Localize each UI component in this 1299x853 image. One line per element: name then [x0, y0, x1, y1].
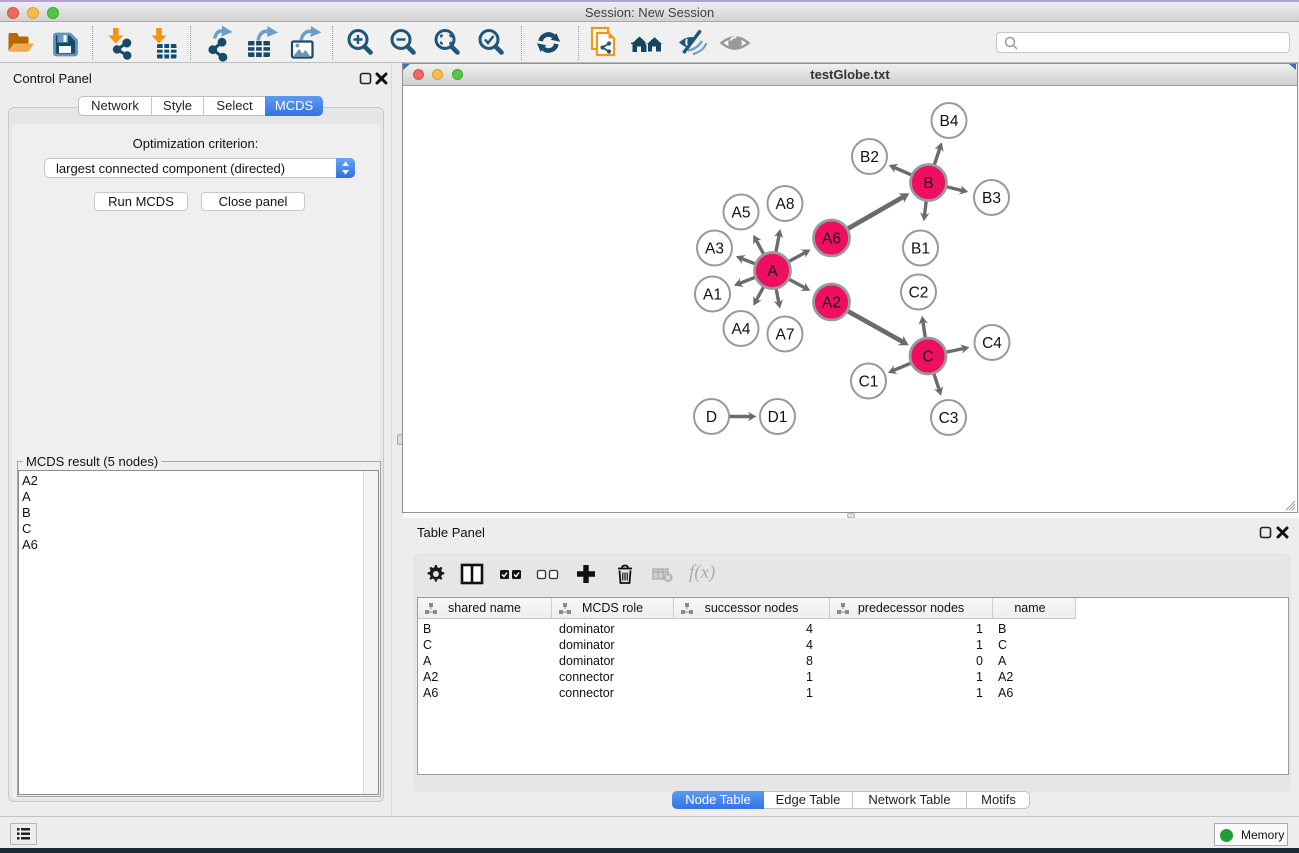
svg-text:B: B: [923, 175, 933, 192]
svg-text:C: C: [922, 349, 933, 366]
svg-text:B4: B4: [940, 113, 959, 130]
svg-text:D1: D1: [768, 409, 788, 426]
svg-text:A7: A7: [776, 327, 795, 344]
svg-text:A4: A4: [732, 321, 751, 338]
svg-text:A2: A2: [822, 295, 841, 312]
svg-text:C1: C1: [859, 374, 879, 391]
svg-text:C3: C3: [939, 410, 959, 427]
svg-text:A: A: [767, 263, 778, 280]
svg-text:A3: A3: [705, 241, 724, 258]
svg-text:A8: A8: [776, 196, 795, 213]
svg-text:A6: A6: [822, 231, 841, 248]
svg-text:B1: B1: [911, 241, 930, 258]
svg-text:C4: C4: [982, 335, 1002, 352]
svg-text:A1: A1: [703, 287, 722, 304]
svg-text:B2: B2: [860, 149, 879, 166]
svg-text:C2: C2: [909, 285, 929, 302]
svg-text:B3: B3: [982, 190, 1001, 207]
svg-text:D: D: [706, 409, 717, 426]
svg-text:A5: A5: [732, 205, 751, 222]
